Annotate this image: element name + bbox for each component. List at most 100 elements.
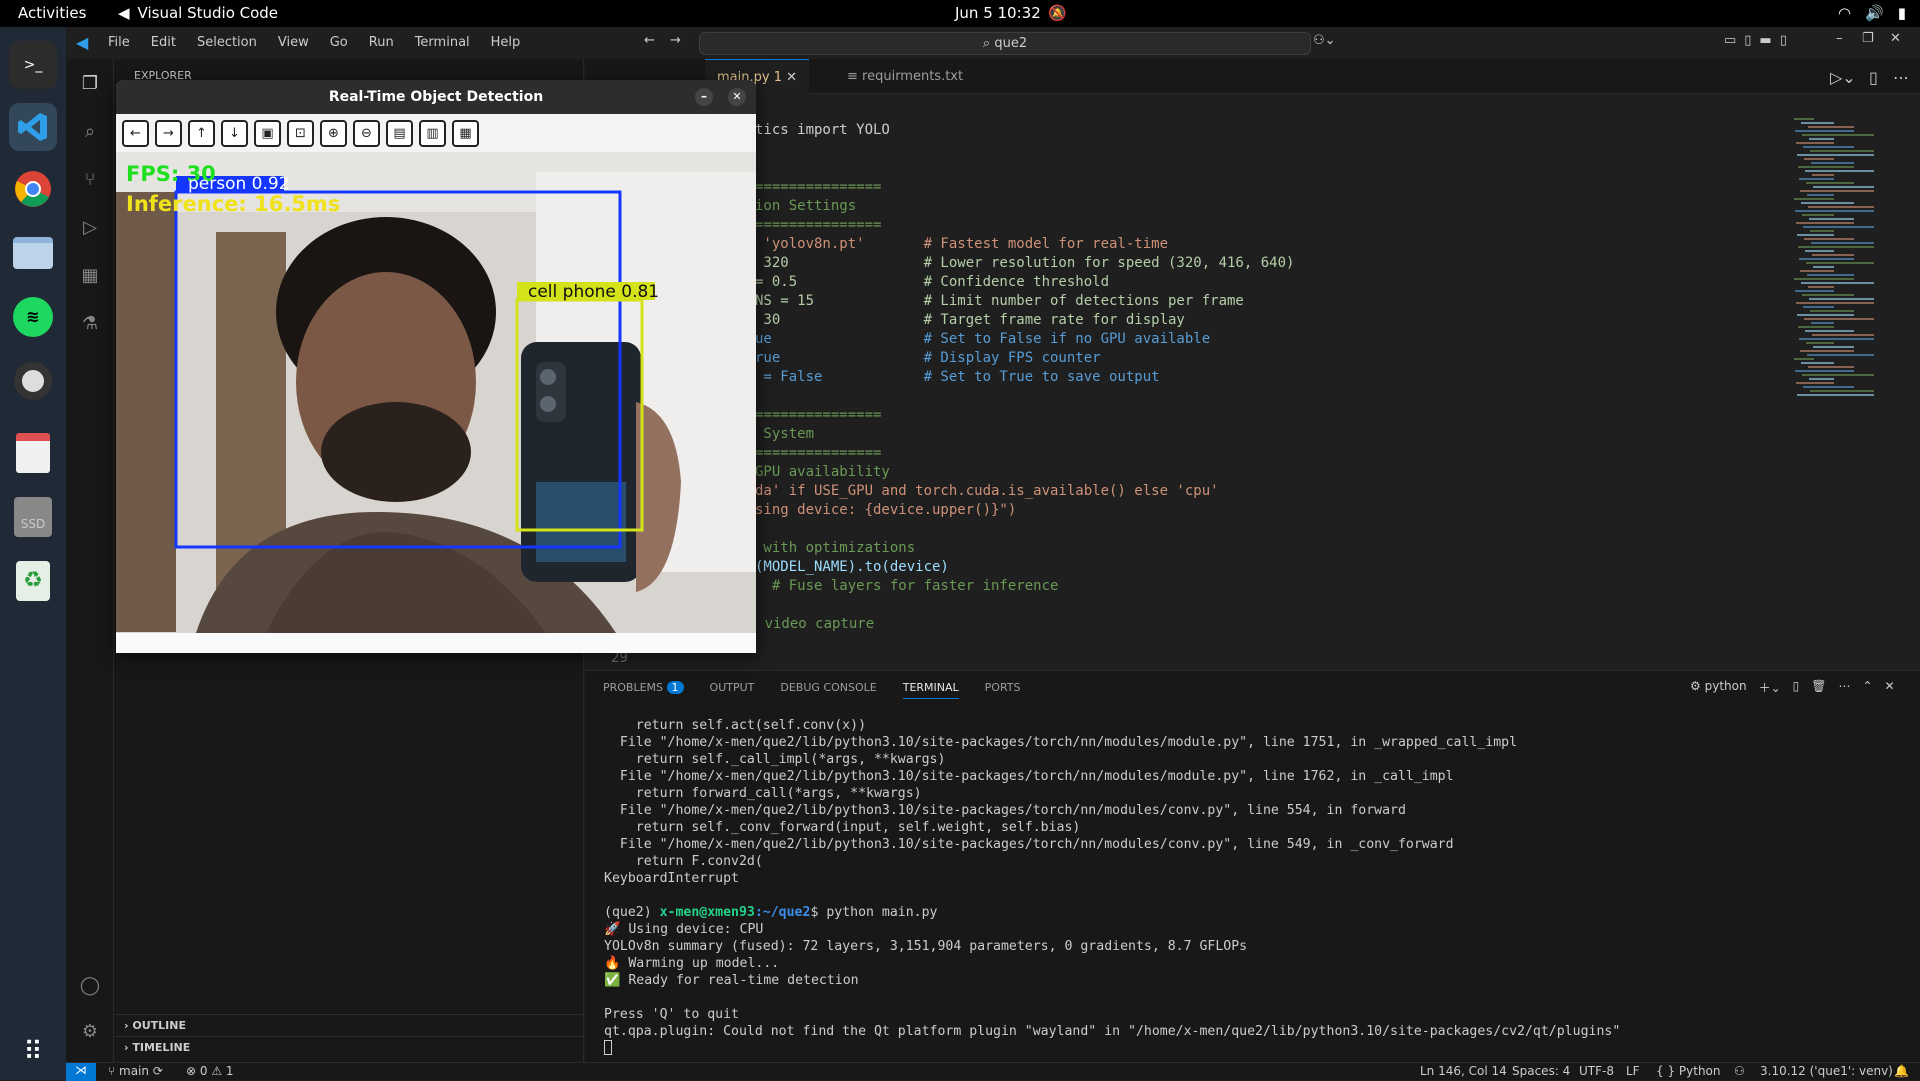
remote-indicator[interactable]: ⋊: [66, 1063, 96, 1081]
minimize-button[interactable]: –: [695, 88, 713, 106]
copilot-status-icon[interactable]: ⚇: [1734, 1064, 1745, 1078]
terminal-icon[interactable]: >_: [9, 41, 57, 89]
notifications-icon[interactable]: 🔔: [1894, 1064, 1909, 1078]
code-line: (MODEL_NAME).to(device): [755, 559, 949, 575]
python-interpreter[interactable]: 3.10.12 ('que1': venv): [1760, 1064, 1893, 1078]
text-editor-icon[interactable]: [9, 429, 57, 477]
files-icon[interactable]: [9, 229, 57, 277]
vscode-icon[interactable]: [9, 103, 57, 151]
chrome-icon[interactable]: [9, 165, 57, 213]
menu-selection[interactable]: Selection: [197, 35, 257, 50]
minimap-line: [1805, 330, 1854, 332]
pan-right-icon[interactable]: →: [155, 119, 182, 147]
minimap-line: [1796, 222, 1854, 224]
apps-grid-icon[interactable]: ⠿: [9, 1028, 57, 1076]
zoom-original-icon[interactable]: ⊡: [287, 119, 314, 147]
menu-file[interactable]: File: [108, 35, 130, 50]
zoom-in-icon[interactable]: ⊕: [320, 119, 347, 147]
save-image-icon[interactable]: ▤: [386, 119, 413, 147]
close-tab-icon[interactable]: ✕: [786, 70, 797, 85]
properties-icon[interactable]: ▦: [452, 119, 479, 147]
code-editor[interactable]: tics import YOLO =============== ion Setti…: [585, 94, 1920, 670]
split-editor-icon[interactable]: ▯: [1869, 68, 1878, 87]
recycle-bin-icon[interactable]: ♻: [9, 557, 57, 605]
minimap-line: [1801, 122, 1834, 124]
active-app-menu[interactable]: ◀ Visual Studio Code: [118, 4, 278, 22]
tab-ports[interactable]: PORTS: [985, 681, 1021, 699]
ssd-drive-icon[interactable]: SSD: [9, 493, 57, 541]
pan-up-icon[interactable]: ↑: [188, 119, 215, 147]
menu-edit[interactable]: Edit: [151, 35, 176, 50]
copilot-icon[interactable]: ⚇⌄: [1313, 33, 1336, 48]
tab-output[interactable]: OUTPUT: [710, 681, 755, 699]
minimap-line: [1812, 174, 1834, 176]
minimap-line: [1812, 254, 1854, 256]
extensions-icon[interactable]: ▦: [78, 265, 102, 289]
terminal-output[interactable]: return self.act(self.conv(x)) File "/hom…: [604, 717, 1620, 1055]
command-center-search[interactable]: ⌕ que2: [699, 32, 1311, 55]
copy-image-icon[interactable]: ▥: [419, 119, 446, 147]
search-label: que2: [994, 36, 1028, 51]
camera-icon[interactable]: [9, 357, 57, 405]
forward-arrow-icon[interactable]: →: [670, 33, 681, 48]
close-window-button[interactable]: ✕: [1890, 31, 1901, 46]
minimap[interactable]: [1790, 118, 1910, 418]
minimap-line: [1800, 270, 1834, 272]
source-control-icon[interactable]: ⑂: [78, 169, 102, 193]
run-file-icon[interactable]: ▷⌄: [1830, 68, 1856, 87]
branch-indicator[interactable]: ⑂ main ⟳: [108, 1064, 163, 1078]
settings-gear-icon[interactable]: ⚙: [78, 1021, 102, 1045]
tab-debug-console[interactable]: DEBUG CONSOLE: [780, 681, 876, 699]
back-arrow-icon[interactable]: ←: [644, 33, 655, 48]
layout-controls[interactable]: ▭▯▬▯: [1724, 33, 1795, 48]
split-terminal-icon[interactable]: ▯: [1793, 679, 1800, 696]
timeline-section[interactable]: › TIMELINE: [114, 1036, 584, 1058]
more-actions-icon[interactable]: ⋯: [1838, 679, 1850, 696]
explorer-icon[interactable]: ❐: [78, 73, 102, 97]
minimize-button[interactable]: –: [1836, 31, 1843, 46]
tab-requirments-txt[interactable]: ≡ requirments.txt: [835, 59, 975, 94]
tab-problems[interactable]: PROBLEMS 1: [603, 681, 684, 699]
pan-left-icon[interactable]: ←: [122, 119, 149, 147]
vscode-titlebar: ◀ File Edit Selection View Go Run Termin…: [66, 27, 1920, 59]
search-icon[interactable]: ⌕: [78, 121, 102, 145]
menu-go[interactable]: Go: [330, 35, 348, 50]
vscode-logo-icon: ◀: [76, 33, 89, 52]
zoom-fit-icon[interactable]: ▣: [254, 119, 281, 147]
close-button[interactable]: ✕: [728, 88, 746, 106]
terminal-line: return F.conv2d(: [604, 854, 763, 869]
maximize-button[interactable]: ❐: [1862, 31, 1874, 46]
activities-button[interactable]: Activities: [18, 4, 86, 22]
system-tray[interactable]: ◠ 🔊 ▮: [1838, 4, 1906, 22]
zoom-out-icon[interactable]: ⊖: [353, 119, 380, 147]
spotify-icon[interactable]: ≋: [9, 293, 57, 341]
menu-run[interactable]: Run: [369, 35, 394, 50]
minimap-line: [1809, 218, 1854, 220]
trash-icon[interactable]: 🗑: [1811, 679, 1826, 696]
cursor-position[interactable]: Ln 146, Col 14: [1420, 1064, 1507, 1078]
maximize-panel-icon[interactable]: ⌃: [1862, 679, 1872, 696]
account-icon[interactable]: ◯: [78, 975, 102, 999]
outline-section[interactable]: › OUTLINE: [114, 1014, 584, 1036]
problems-indicator[interactable]: ⊗ 0 ⚠ 1: [186, 1064, 234, 1078]
testing-icon[interactable]: ⚗: [78, 313, 102, 337]
end-of-line[interactable]: LF: [1626, 1064, 1640, 1078]
new-terminal-icon[interactable]: ＋⌄: [1759, 679, 1781, 696]
menu-help[interactable]: Help: [491, 35, 521, 50]
language-mode[interactable]: { } Python: [1656, 1064, 1721, 1078]
terminal-profile[interactable]: ⚙ python: [1690, 679, 1747, 696]
more-actions-icon[interactable]: ⋯: [1893, 68, 1909, 87]
indentation[interactable]: Spaces: 4: [1512, 1064, 1570, 1078]
encoding[interactable]: UTF-8: [1579, 1064, 1614, 1078]
run-debug-icon[interactable]: ▷: [78, 217, 102, 241]
branch-label: main: [119, 1064, 149, 1078]
minimap-line: [1802, 134, 1874, 136]
menu-view[interactable]: View: [278, 35, 309, 50]
clock[interactable]: Jun 5 10:32: [955, 4, 1041, 22]
minimap-line: [1799, 258, 1854, 260]
pan-down-icon[interactable]: ↓: [221, 119, 248, 147]
minimap-line: [1800, 190, 1874, 192]
menu-terminal[interactable]: Terminal: [415, 35, 470, 50]
close-panel-icon[interactable]: ✕: [1885, 679, 1895, 696]
tab-terminal[interactable]: TERMINAL: [902, 681, 959, 699]
